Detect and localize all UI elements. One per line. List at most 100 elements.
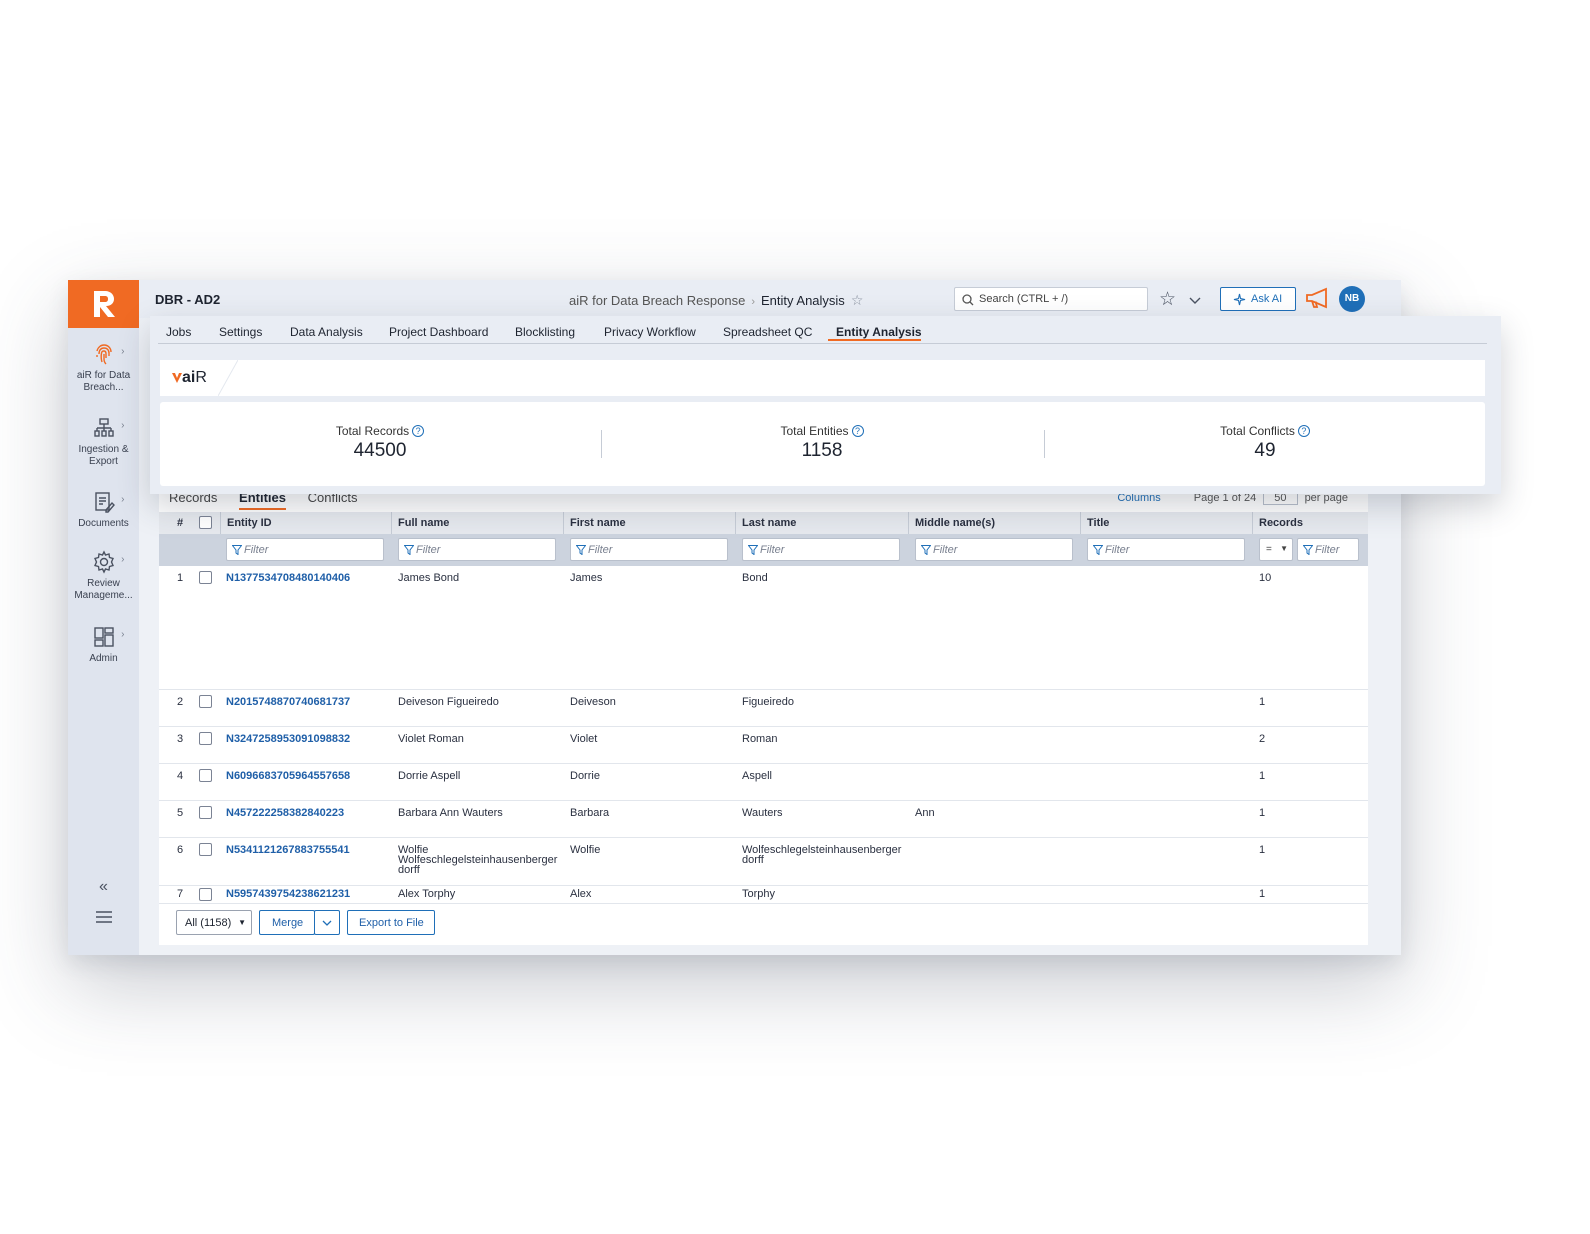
ask-ai-button[interactable]: Ask AI — [1220, 287, 1296, 311]
tab-blocklisting[interactable]: Blocklisting — [515, 325, 575, 339]
rail-item-admin[interactable]: › Admin — [68, 625, 139, 665]
col-header-middle-names[interactable]: Middle name(s) — [908, 512, 995, 534]
megaphone-icon[interactable] — [1304, 286, 1332, 315]
tab-privacy-workflow[interactable]: Privacy Workflow — [604, 325, 696, 339]
rail-item-label: aiR for Data Breach... — [76, 370, 131, 393]
relativity-logo[interactable] — [68, 280, 139, 328]
row-checkbox[interactable] — [199, 727, 212, 763]
rail-item-review[interactable]: › Review Manageme... — [68, 550, 139, 602]
favorites-star-icon[interactable]: ☆ — [1159, 288, 1176, 311]
export-to-file-button[interactable]: Export to File — [347, 910, 435, 935]
filter-full-name[interactable]: Filter — [398, 538, 556, 561]
entity-id-link[interactable]: N6096683705964557658 — [226, 764, 350, 800]
select-all-checkbox[interactable] — [199, 512, 212, 534]
filter-middle-names[interactable]: Filter — [915, 538, 1073, 561]
col-header-full-name[interactable]: Full name — [391, 512, 449, 534]
col-header-first-name[interactable]: First name — [563, 512, 626, 534]
filter-records[interactable]: Filter — [1297, 538, 1359, 561]
table-row[interactable]: 4 N6096683705964557658 Dorrie Aspell Dor… — [159, 764, 1368, 801]
chevron-down-icon[interactable] — [1189, 292, 1201, 310]
stat-value: 1158 — [801, 440, 843, 461]
row-checkbox[interactable] — [199, 838, 212, 885]
rail-item-ingestion[interactable]: › Ingestion & Export — [68, 416, 139, 468]
filter-icon — [404, 545, 414, 555]
hamburger-menu-icon[interactable] — [68, 910, 139, 929]
rail-item-air[interactable]: › aiR for Data Breach... — [68, 342, 139, 394]
filter-title[interactable]: Filter — [1087, 538, 1245, 561]
table-row[interactable]: 5 N457222258382840223 Barbara Ann Wauter… — [159, 801, 1368, 838]
records-operator-select[interactable]: = ▼ — [1259, 538, 1293, 561]
selection-scope-select[interactable]: All (1158) ▼ — [176, 910, 252, 935]
entity-id-link[interactable]: N3247258953091098832 — [226, 727, 350, 763]
tab-project-dashboard[interactable]: Project Dashboard — [389, 325, 488, 339]
row-checkbox[interactable] — [199, 764, 212, 800]
tab-spreadsheet-qc[interactable]: Spreadsheet QC — [723, 325, 812, 339]
cell-last-name: Figueiredo — [742, 696, 794, 708]
cell-records: 1 — [1259, 888, 1266, 900]
col-header-number: # — [177, 517, 184, 529]
top-bar: DBR - AD2 aiR for Data Breach Response › E… — [139, 280, 1401, 318]
merge-button[interactable]: Merge — [259, 910, 315, 935]
rail-item-documents[interactable]: › Documents — [68, 490, 139, 530]
cell-middle-names: Ann — [915, 807, 935, 819]
entity-id-link[interactable]: N5957439754238621231 — [226, 886, 350, 903]
air-logo-mark-icon — [172, 373, 182, 383]
double-chevron-left-icon[interactable]: « — [68, 878, 139, 896]
air-logo: aiR — [172, 369, 207, 387]
filter-icon — [576, 545, 586, 555]
table-row[interactable]: 6 N5341121267883755541 Wolfie Wolfeschle… — [159, 838, 1368, 886]
hierarchy-icon: › — [89, 416, 125, 440]
cell-full-name: Alex Torphy — [398, 888, 456, 900]
cell-first-name: Dorrie — [570, 770, 600, 782]
filter-row: Filter Filter Filter Filter Filter Filte… — [159, 534, 1368, 566]
tab-entity-analysis[interactable]: Entity Analysis — [836, 325, 922, 339]
stat-value: 44500 — [353, 440, 407, 461]
row-number: 7 — [177, 888, 184, 900]
col-header-records[interactable]: Records — [1252, 512, 1303, 534]
col-header-entity-id[interactable]: Entity ID — [220, 512, 272, 534]
row-checkbox[interactable] — [199, 801, 212, 837]
row-checkbox[interactable] — [199, 690, 212, 726]
merge-dropdown-button[interactable] — [314, 910, 340, 935]
table-row[interactable]: 7 N5957439754238621231 Alex Torphy Alex … — [159, 886, 1368, 903]
row-checkbox[interactable] — [199, 566, 212, 689]
tab-settings[interactable]: Settings — [219, 325, 262, 339]
col-header-last-name[interactable]: Last name — [735, 512, 796, 534]
filter-last-name[interactable]: Filter — [742, 538, 900, 561]
entity-id-link[interactable]: N1377534708480140406 — [226, 566, 350, 689]
help-circle-icon[interactable]: ? — [1297, 425, 1310, 437]
cell-full-name: Wolfie Wolfeschlegelsteinhausenberger do… — [398, 844, 558, 876]
tab-jobs[interactable]: Jobs — [166, 325, 191, 339]
row-number: 5 — [177, 807, 184, 819]
rail-item-label: Review Manageme... — [74, 578, 133, 601]
filter-entity-id[interactable]: Filter — [226, 538, 384, 561]
cell-full-name: Barbara Ann Wauters — [398, 807, 503, 819]
cell-full-name: James Bond — [398, 572, 460, 584]
cell-first-name: Barbara — [570, 807, 610, 819]
cell-records: 1 — [1259, 770, 1266, 782]
chevron-down-icon — [322, 920, 332, 926]
avatar[interactable]: NB — [1339, 286, 1365, 312]
filter-first-name[interactable]: Filter — [570, 538, 728, 561]
grid-header: # Entity ID Full name First name Last na… — [159, 512, 1368, 534]
col-header-title[interactable]: Title — [1080, 512, 1109, 534]
stat-label: Total Conflicts — [1220, 424, 1295, 438]
fingerprint-icon: › — [89, 342, 125, 366]
entity-id-link[interactable]: N2015748870740681737 — [226, 690, 350, 726]
table-row[interactable]: 3 N3247258953091098832 Violet Roman Viol… — [159, 727, 1368, 764]
breadcrumb-app[interactable]: aiR for Data Breach Response — [569, 293, 745, 308]
row-number: 6 — [177, 844, 184, 856]
breadcrumb-current: Entity Analysis — [760, 293, 845, 308]
tab-data-analysis[interactable]: Data Analysis — [290, 325, 363, 339]
table-row[interactable]: 1 N1377534708480140406 James Bond James … — [159, 566, 1368, 690]
help-circle-icon[interactable]: ? — [412, 425, 425, 437]
table-row[interactable]: 2 N2015748870740681737 Deiveson Figueire… — [159, 690, 1368, 727]
cell-first-name: Alex — [570, 888, 592, 900]
row-checkbox[interactable] — [199, 886, 212, 903]
row-number: 4 — [177, 770, 184, 782]
entity-id-link[interactable]: N457222258382840223 — [226, 801, 344, 837]
star-outline-icon[interactable]: ☆ — [851, 292, 864, 308]
help-circle-icon[interactable]: ? — [851, 425, 864, 437]
search-input[interactable]: Search (CTRL + /) — [954, 287, 1148, 311]
entity-id-link[interactable]: N5341121267883755541 — [226, 838, 350, 885]
